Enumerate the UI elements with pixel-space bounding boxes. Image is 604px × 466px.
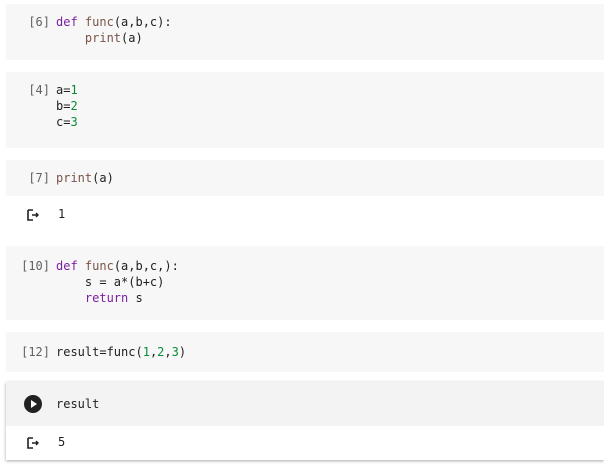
code-token: (a) [121,31,143,45]
code-token: 2 [70,99,78,113]
code-token: print [84,31,122,45]
code-token: def [56,259,85,273]
code-token: 1 [70,83,78,97]
code-editor[interactable]: print(a) [56,170,114,186]
output-text: 5 [58,435,66,449]
code-token: func [84,15,114,29]
code-token: func [84,259,114,273]
code-token: (a) [92,171,114,185]
code-line: s = a*(b+c) [56,274,179,290]
code-token: (a,b,c,): [113,259,179,273]
output-arrow-icon[interactable] [26,208,40,222]
cell-output: 1 [6,198,604,232]
code-token: b= [56,99,71,113]
code-token: s = a*(b+c) [56,275,165,289]
output-text: 1 [58,207,66,221]
code-cell-10[interactable]: [10] def func(a,b,c,): s = a*(b+c) retur… [6,246,604,320]
code-line: b=2 [56,98,78,114]
code-cell-7[interactable]: [7] print(a) [6,160,604,196]
active-code-cell[interactable]: result 5 [6,382,604,460]
execution-count: [4] [28,83,50,97]
code-token: ) [178,345,187,359]
code-editor[interactable]: result [56,396,99,412]
code-token: , [164,345,172,359]
code-token: 3 [70,115,78,129]
code-editor[interactable]: a=1 b=2 c=3 [56,82,78,130]
code-line: return s [56,290,179,306]
active-cell-input[interactable]: result [6,382,604,426]
execution-count: [10] [21,259,50,273]
code-token: a= [56,83,71,97]
code-editor[interactable]: result=func(1,2,3) [56,344,186,360]
code-cell-12[interactable]: [12] result=func(1,2,3) [6,332,604,372]
code-token: 1 [142,345,150,359]
code-cell-4[interactable]: [4] a=1 b=2 c=3 [6,72,604,148]
output-arrow-icon[interactable] [26,436,40,450]
code-cell-6[interactable]: [6] def func(a,b,c): print(a) [6,4,604,60]
play-icon[interactable] [24,395,42,413]
code-token: print [56,171,93,185]
code-token: result=func( [56,345,143,359]
execution-count: [6] [28,15,50,29]
code-line: a=1 [56,82,78,98]
code-line: result=func(1,2,3) [56,344,186,360]
code-token: return [84,291,129,305]
code-token: def [56,15,85,29]
code-token: (a,b,c): [113,15,172,29]
code-editor[interactable]: def func(a,b,c): print(a) [56,14,172,46]
code-token: s [128,291,143,305]
code-line: def func(a,b,c): [56,14,172,30]
code-line: def func(a,b,c,): [56,258,179,274]
code-line: print(a) [56,170,114,186]
code-editor[interactable]: def func(a,b,c,): s = a*(b+c) return s [56,258,179,306]
code-token: 3 [171,345,179,359]
code-line: print(a) [56,30,172,46]
code-token: c= [56,115,71,129]
execution-count: [12] [21,345,50,359]
notebook: [6] def func(a,b,c): print(a) [4] a=1 b=2… [0,0,604,466]
cell-output: 5 [6,426,604,460]
code-line: c=3 [56,114,78,130]
execution-count: [7] [28,171,50,185]
